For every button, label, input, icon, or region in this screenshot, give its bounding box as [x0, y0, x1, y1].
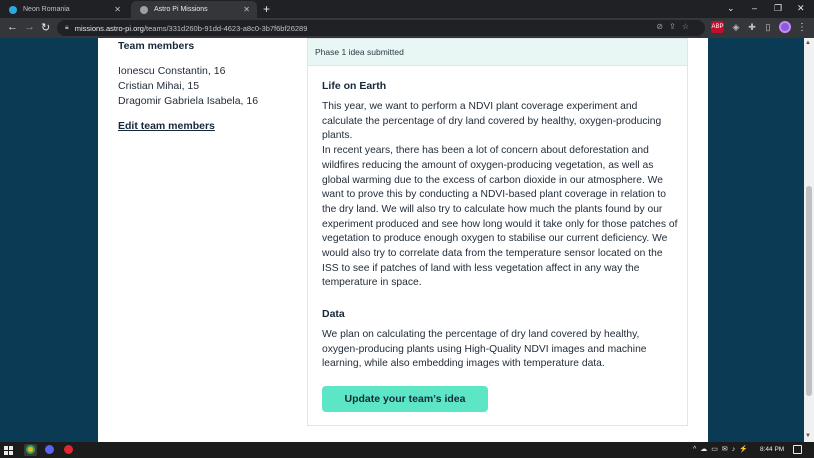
tab-neon-romania[interactable]: Neon Romania ✕ [0, 1, 128, 18]
scroll-up-icon[interactable]: ▲ [805, 40, 811, 46]
menu-icon[interactable]: ⋮ [796, 21, 808, 33]
life-on-earth-text: This year, we want to perform a NDVI pla… [322, 101, 678, 289]
section-title-data: Data [322, 308, 345, 320]
update-idea-button[interactable]: Update your team’s idea [322, 386, 488, 412]
close-icon[interactable]: ✕ [114, 5, 121, 14]
notification-icon[interactable] [793, 445, 802, 454]
idea-card: Phase 1 idea submitted Life on Earth Thi… [307, 38, 688, 426]
team-member: Dragomir Gabriela Isabela, 16 [118, 95, 259, 107]
edit-team-members-link[interactable]: Edit team members [118, 120, 215, 132]
tab-strip: Neon Romania ✕ Astro Pi Missions ✕ + ⌄ –… [0, 0, 814, 18]
page-scrollbar[interactable]: ▲ ▼ [804, 38, 814, 442]
new-tab-button[interactable]: + [263, 2, 270, 16]
back-button[interactable]: ← [7, 21, 18, 33]
lock-icon[interactable]: 🔒︎ [65, 24, 69, 32]
chrome-taskbar-icon[interactable] [24, 444, 37, 456]
team-member: Cristian Mihai, 15 [118, 80, 200, 92]
globe-favicon-icon [140, 5, 148, 14]
clock[interactable]: 8:44 PM [760, 446, 784, 453]
discord-taskbar-icon[interactable] [43, 444, 56, 456]
reload-button[interactable]: ↻ [41, 21, 50, 34]
extension-diamond-icon[interactable]: ◈ [730, 21, 742, 33]
scroll-thumb[interactable] [806, 186, 812, 396]
address-bar[interactable]: 🔒︎ missions.astro-pi.org /teams/331d260b… [57, 20, 705, 36]
minimize-button[interactable]: – [752, 3, 757, 13]
tab-astro-pi-missions[interactable]: Astro Pi Missions ✕ [131, 1, 257, 18]
close-icon[interactable]: ✕ [243, 5, 250, 14]
tab-title: Neon Romania [23, 6, 70, 13]
close-window-button[interactable]: ✕ [797, 3, 805, 14]
data-text: We plan on calculating the percentage of… [322, 329, 647, 370]
system-tray-icons[interactable]: ^☁▭✉♪⚡ [693, 445, 752, 453]
status-banner: Phase 1 idea submitted [308, 39, 687, 66]
neon-favicon-icon [9, 5, 17, 14]
page-viewport: Team members Ionescu Constantin, 16 Cris… [0, 38, 804, 442]
tab-search-icon[interactable]: ⌄ [727, 3, 735, 14]
puzzle-icon[interactable]: ✚ [746, 21, 758, 33]
browser-toolbar: ← → ↻ 🔒︎ missions.astro-pi.org /teams/33… [0, 18, 814, 38]
opera-taskbar-icon[interactable] [62, 444, 75, 456]
scroll-down-icon[interactable]: ▼ [805, 433, 811, 439]
taskbar: ^☁▭✉♪⚡ 8:44 PM [0, 442, 814, 458]
maximize-button[interactable]: ❐ [774, 3, 782, 14]
adblock-icon[interactable]: ABP [711, 21, 724, 33]
main-content: Team members Ionescu Constantin, 16 Cris… [98, 38, 708, 442]
windows-start-icon[interactable] [4, 446, 13, 455]
section-title-life-on-earth: Life on Earth [322, 80, 387, 92]
team-member: Ionescu Constantin, 16 [118, 65, 226, 77]
omnibox-action-icons[interactable]: ⊘⇪☆ [656, 22, 695, 31]
profile-avatar[interactable] [779, 21, 791, 33]
forward-button[interactable]: → [24, 21, 35, 33]
url-host: missions.astro-pi.org [74, 23, 144, 33]
url-path: /teams/331d260b-91dd-4623-a8c0-3b7f6bf26… [143, 23, 308, 33]
sidepanel-icon[interactable]: ▯ [762, 21, 774, 33]
team-members-heading: Team members [118, 40, 195, 52]
tab-title: Astro Pi Missions [154, 6, 208, 13]
